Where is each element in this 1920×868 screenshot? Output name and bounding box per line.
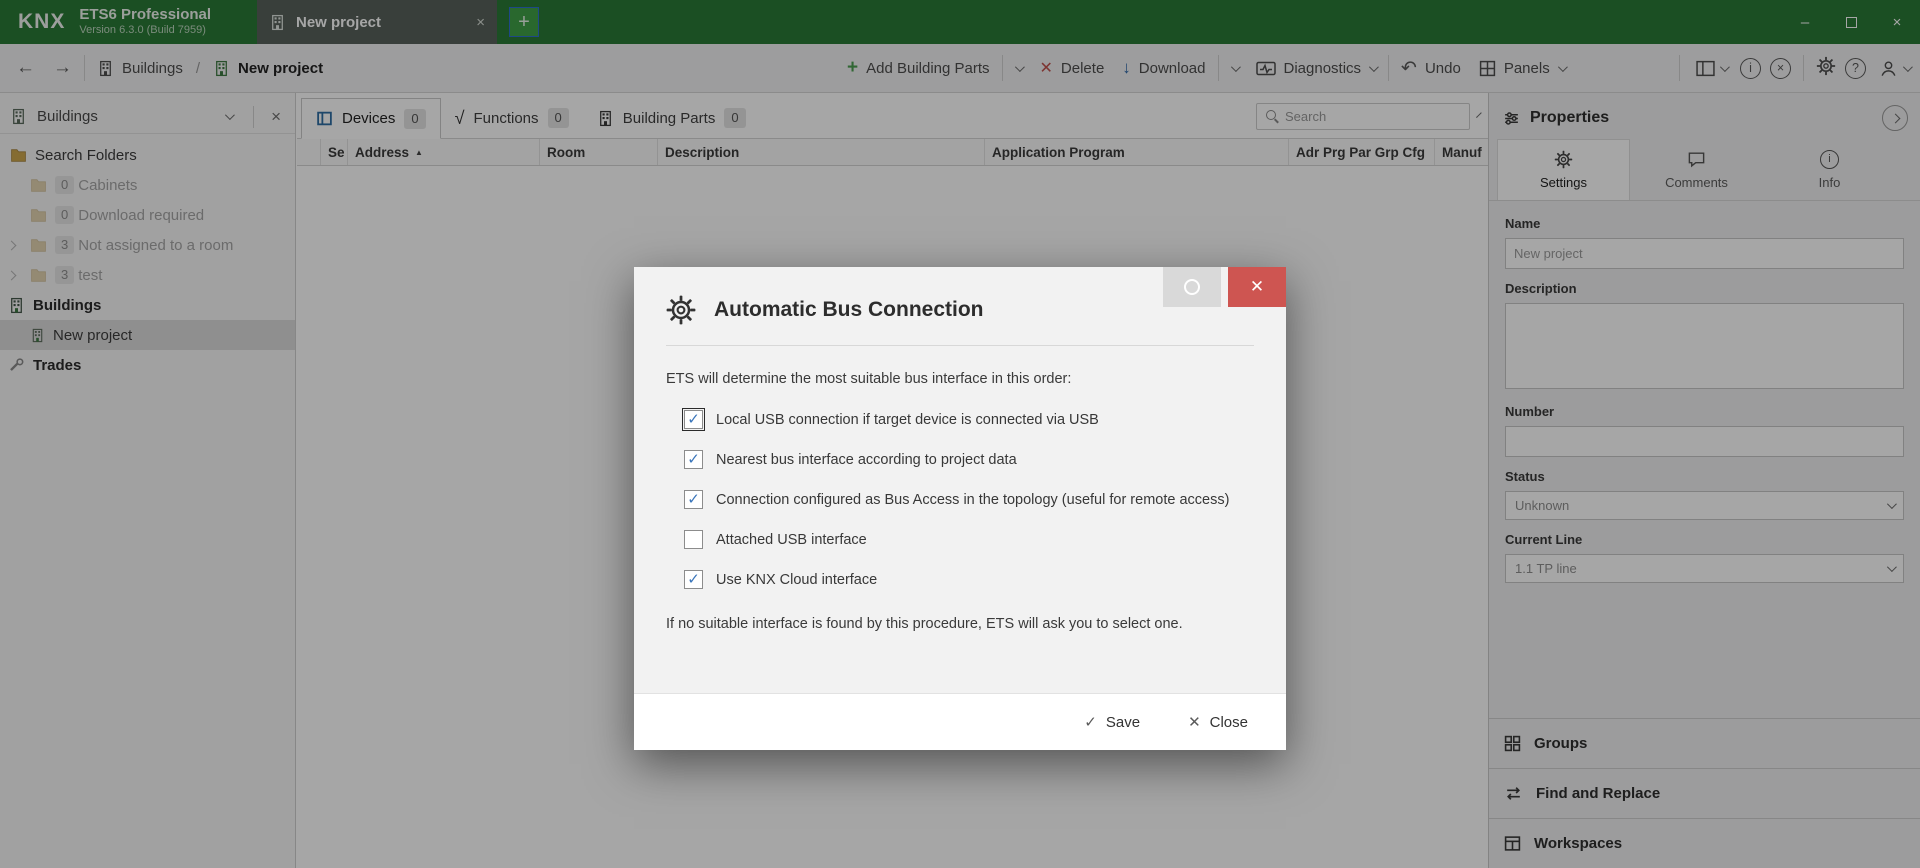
- checkbox-checked[interactable]: ✓: [682, 408, 705, 431]
- option-label: Local USB connection if target device is…: [716, 411, 1099, 428]
- check-icon: ✓: [1084, 714, 1097, 731]
- option-nearest-interface[interactable]: ✓ Nearest bus interface according to pro…: [684, 450, 1286, 469]
- close-icon: ✕: [1249, 277, 1265, 296]
- gear-icon: [666, 295, 696, 325]
- dialog-footer: ✓ Save ✕ Close: [634, 693, 1286, 750]
- option-label: Nearest bus interface according to proje…: [716, 451, 1017, 468]
- checkbox-checked[interactable]: ✓: [684, 570, 703, 589]
- automatic-bus-connection-dialog: ✕ Automatic Bus Connection ETS will dete…: [634, 267, 1286, 750]
- checkbox-unchecked[interactable]: [684, 530, 703, 549]
- dialog-circle-button[interactable]: [1163, 267, 1221, 307]
- dialog-intro-text: ETS will determine the most suitable bus…: [666, 371, 1072, 387]
- option-local-usb[interactable]: ✓ Local USB connection if target device …: [682, 408, 1286, 431]
- save-label: Save: [1105, 713, 1141, 731]
- checkbox-checked[interactable]: ✓: [684, 490, 703, 509]
- option-attached-usb[interactable]: Attached USB interface: [684, 530, 1286, 549]
- checkbox-checked[interactable]: ✓: [684, 450, 703, 469]
- close-label: Close: [1209, 713, 1248, 731]
- option-label: Attached USB interface: [716, 531, 867, 548]
- option-bus-access-topology[interactable]: ✓ Connection configured as Bus Access in…: [684, 490, 1286, 509]
- ets6-window: KNX ETS6 Professional Version 6.3.0 (Bui…: [0, 0, 1920, 868]
- check-icon: ✓: [687, 411, 700, 428]
- option-label: Connection configured as Bus Access in t…: [716, 491, 1230, 508]
- save-button[interactable]: ✓ Save: [1084, 713, 1141, 732]
- circle-icon: [1184, 279, 1200, 295]
- dialog-title: Automatic Bus Connection: [714, 298, 984, 321]
- dialog-close-button[interactable]: ✕: [1228, 267, 1286, 307]
- check-icon: ✓: [687, 491, 700, 508]
- dialog-note-text: If no suitable interface is found by thi…: [666, 616, 1183, 632]
- close-icon: ✕: [1188, 714, 1201, 731]
- check-icon: ✓: [687, 451, 700, 468]
- option-knx-cloud[interactable]: ✓ Use KNX Cloud interface: [684, 570, 1286, 589]
- option-label: Use KNX Cloud interface: [716, 571, 878, 588]
- close-button[interactable]: ✕ Close: [1188, 713, 1248, 732]
- check-icon: ✓: [687, 571, 700, 588]
